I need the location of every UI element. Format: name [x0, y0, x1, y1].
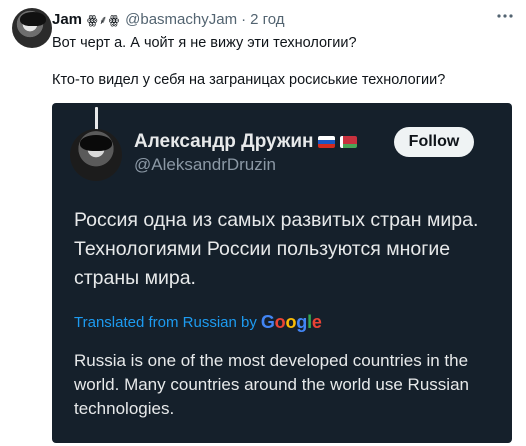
follow-button: Follow: [394, 127, 474, 157]
post-text: Вот черт а. А чойт я не вижу эти техноло…: [52, 34, 514, 90]
post-text-line: Вот черт а. А чойт я не вижу эти техноло…: [52, 35, 357, 51]
embedded-text-line: Россия одна из самых развитых стран мира…: [74, 209, 479, 231]
embedded-tweet-image[interactable]: Александр Дружин @AleksandrDruzin Follow…: [52, 103, 512, 443]
belarus-flag-icon: [340, 136, 358, 148]
embedded-author-avatar: [70, 129, 122, 181]
author-handle[interactable]: @basmachyJam: [125, 11, 237, 28]
embedded-author-name-row: Александр Дружин: [134, 131, 358, 153]
embedded-author-name: Александр Дружин: [134, 131, 314, 152]
translated-by-label: Translated from Russian by Google: [74, 312, 322, 333]
header-separator: ·: [241, 11, 247, 28]
post-timestamp[interactable]: 2 год: [250, 11, 284, 28]
translation-line: world. Many countries around the world u…: [74, 375, 469, 394]
author-avatar[interactable]: [12, 8, 52, 48]
embedded-text-line: Технологиями России пользуются многие: [74, 238, 451, 260]
author-name[interactable]: Jam: [52, 11, 82, 28]
author-name-glyphs: ꙮ⸙ꙮ: [87, 13, 121, 27]
translation-line: technologies.: [74, 399, 175, 418]
translation-text: Russia is one of the most developed coun…: [74, 349, 504, 421]
translation-line: Russia is one of the most developed coun…: [74, 351, 469, 370]
embedded-text-line: страны мира.: [74, 267, 196, 289]
embedded-tweet-text: Россия одна из самых развитых стран мира…: [74, 206, 504, 293]
post-text-line: Кто-то видел у себя на заграницах росись…: [52, 72, 446, 88]
translated-label-text: Translated from Russian by: [74, 314, 257, 331]
more-horizontal-icon[interactable]: [494, 6, 516, 26]
google-logo: Google: [260, 312, 322, 332]
post-header: Jam ꙮ⸙ꙮ @basmachyJam · 2 год: [52, 11, 285, 28]
russia-flag-icon: [318, 136, 336, 148]
avatar-antenna: [95, 107, 98, 131]
embedded-author-handle: @AleksandrDruzin: [134, 155, 276, 174]
